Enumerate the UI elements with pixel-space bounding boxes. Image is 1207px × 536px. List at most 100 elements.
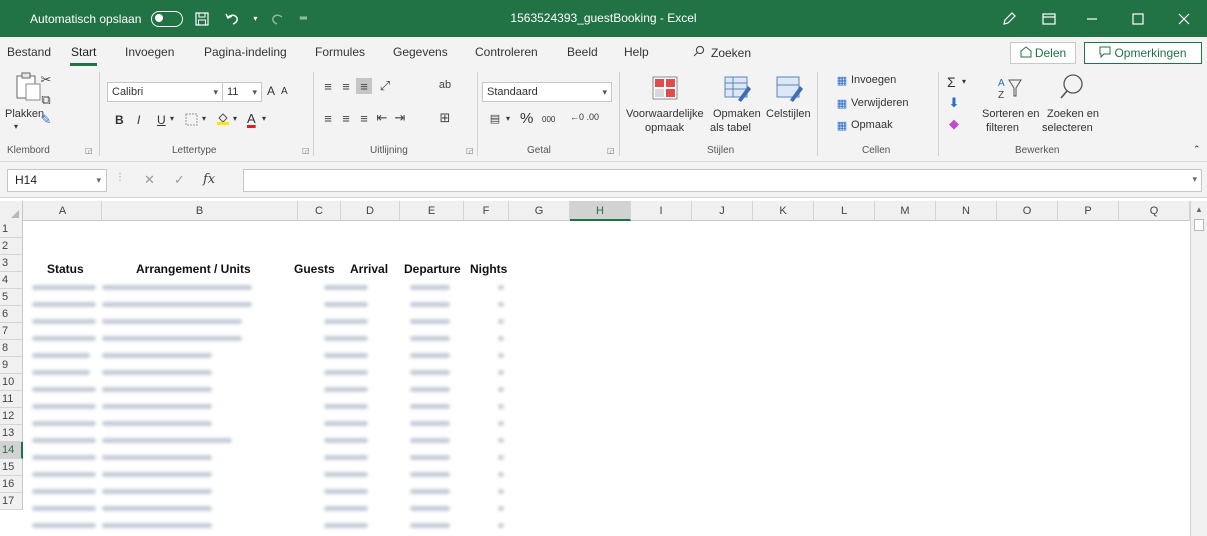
chevron-down-icon[interactable]: ▾: [233, 114, 237, 123]
column-header-o[interactable]: O: [997, 201, 1058, 221]
column-header-m[interactable]: M: [875, 201, 936, 221]
format-cells-label[interactable]: Opmaak: [851, 119, 893, 131]
autosum-button[interactable]: Σ: [947, 74, 956, 90]
tab-controleren[interactable]: Controleren: [475, 45, 538, 59]
number-format-select[interactable]: Standaard ▾: [482, 82, 612, 102]
format-cells-icon[interactable]: ▦: [835, 118, 849, 132]
grow-font-button[interactable]: A: [267, 84, 275, 98]
row-header-14[interactable]: 14: [0, 442, 23, 459]
vertical-scrollbar[interactable]: ▲: [1190, 201, 1207, 536]
pen-icon[interactable]: [989, 0, 1029, 37]
chevron-down-icon[interactable]: ▾: [506, 114, 510, 123]
chevron-down-icon[interactable]: ▾: [262, 114, 266, 123]
collapse-ribbon-icon[interactable]: ⌃: [1193, 144, 1201, 155]
column-header-g[interactable]: G: [509, 201, 570, 221]
sort-filter-icon[interactable]: AZ: [996, 74, 1024, 102]
column-header-q[interactable]: Q: [1119, 201, 1190, 221]
find-select-label[interactable]: Zoeken en: [1047, 108, 1099, 120]
insert-function-button[interactable]: fx: [203, 172, 215, 187]
customize-qat-icon[interactable]: ═: [297, 8, 309, 30]
row-header-3[interactable]: 3: [0, 255, 23, 272]
fill-color-icon[interactable]: [214, 108, 232, 128]
orientation-icon[interactable]: ⤢: [376, 78, 394, 94]
name-box[interactable]: H14 ▾: [7, 169, 107, 192]
tab-formules[interactable]: Formules: [315, 45, 365, 59]
conditional-formatting-label-2[interactable]: opmaak: [645, 122, 684, 134]
clipboard-launcher-icon[interactable]: ◲: [85, 146, 93, 155]
thousands-button[interactable]: 000: [542, 115, 555, 124]
search-box[interactable]: Zoeken: [693, 45, 751, 60]
minimize-icon[interactable]: [1069, 0, 1115, 37]
delete-cells-label[interactable]: Verwijderen: [851, 97, 908, 109]
font-color-button[interactable]: A: [247, 111, 256, 126]
borders-icon[interactable]: [182, 110, 200, 128]
column-header-l[interactable]: L: [814, 201, 875, 221]
cell-d3-arrival[interactable]: Arrival: [350, 262, 388, 276]
row-header-7[interactable]: 7: [0, 323, 23, 340]
sort-filter-label-2[interactable]: filteren: [986, 122, 1019, 134]
column-header-c[interactable]: C: [298, 201, 341, 221]
tab-bestand[interactable]: Bestand: [7, 45, 51, 59]
row-header-15[interactable]: 15: [0, 459, 23, 476]
formula-input[interactable]: ▾: [243, 169, 1202, 192]
chevron-down-icon[interactable]: ▾: [202, 114, 206, 123]
format-painter-icon[interactable]: ✎: [38, 112, 54, 128]
font-name-select[interactable]: Calibri ▾: [107, 82, 223, 102]
shrink-font-button[interactable]: A: [281, 86, 288, 97]
comments-button[interactable]: Opmerkingen: [1084, 42, 1202, 64]
cut-icon[interactable]: ✂: [38, 72, 54, 88]
column-header-a[interactable]: A: [24, 201, 102, 221]
paste-dropdown-icon[interactable]: ▾: [14, 122, 18, 131]
font-launcher-icon[interactable]: ◲: [302, 146, 310, 155]
wrap-text-icon[interactable]: ab: [436, 76, 454, 94]
insert-cells-label[interactable]: Invoegen: [851, 74, 896, 86]
sort-filter-label[interactable]: Sorteren en: [982, 108, 1039, 120]
row-header-12[interactable]: 12: [0, 408, 23, 425]
column-header-i[interactable]: I: [631, 201, 692, 221]
merge-center-icon[interactable]: ⊞: [436, 110, 454, 126]
row-header-8[interactable]: 8: [0, 340, 23, 357]
column-header-d[interactable]: D: [341, 201, 400, 221]
format-as-table-label-2[interactable]: als tabel: [710, 122, 751, 134]
chevron-down-icon[interactable]: ▾: [170, 114, 174, 123]
alignment-launcher-icon[interactable]: ◲: [466, 146, 474, 155]
align-top-icon[interactable]: ≡: [320, 78, 336, 94]
save-icon[interactable]: [191, 8, 213, 30]
undo-dropdown-icon[interactable]: ▾: [251, 8, 259, 30]
align-right-icon[interactable]: ≡: [356, 110, 372, 126]
column-header-b[interactable]: B: [102, 201, 298, 221]
fill-icon[interactable]: ⬇: [946, 95, 962, 111]
column-header-e[interactable]: E: [400, 201, 464, 221]
autosave-toggle[interactable]: [151, 10, 184, 27]
delete-cells-icon[interactable]: ▦: [835, 96, 849, 110]
cell-area[interactable]: Status Arrangement / Units Guests Arriva…: [24, 221, 1190, 536]
column-header-p[interactable]: P: [1058, 201, 1119, 221]
align-bottom-icon[interactable]: ≡: [356, 78, 372, 94]
cell-styles-label[interactable]: Celstijlen: [766, 108, 811, 120]
scroll-up-icon[interactable]: ▲: [1195, 205, 1203, 214]
cell-a3-status[interactable]: Status: [47, 262, 84, 276]
chevron-down-icon[interactable]: ▾: [962, 77, 966, 86]
redo-icon[interactable]: [267, 8, 289, 30]
row-header-16[interactable]: 16: [0, 476, 23, 493]
tab-pagina-indeling[interactable]: Pagina-indeling: [204, 45, 287, 59]
insert-cells-icon[interactable]: ▦: [835, 73, 849, 87]
find-select-label-2[interactable]: selecteren: [1042, 122, 1093, 134]
share-button[interactable]: Delen: [1010, 42, 1076, 64]
row-header-4[interactable]: 4: [0, 272, 23, 289]
row-header-9[interactable]: 9: [0, 357, 23, 374]
undo-icon[interactable]: [221, 8, 243, 30]
conditional-formatting-icon[interactable]: [652, 76, 680, 104]
select-all-button[interactable]: [0, 201, 23, 221]
row-header-13[interactable]: 13: [0, 425, 23, 442]
align-center-icon[interactable]: ≡: [338, 110, 354, 126]
percent-button[interactable]: %: [520, 110, 533, 127]
conditional-formatting-label[interactable]: Voorwaardelijke: [626, 108, 704, 120]
tab-start[interactable]: Start: [69, 45, 98, 66]
column-header-k[interactable]: K: [753, 201, 814, 221]
close-icon[interactable]: [1161, 0, 1207, 37]
tab-help[interactable]: Help: [624, 45, 649, 59]
row-header-5[interactable]: 5: [0, 289, 23, 306]
increase-decimal-button[interactable]: ←0 .00: [570, 112, 599, 122]
row-header-17[interactable]: 17: [0, 493, 23, 510]
